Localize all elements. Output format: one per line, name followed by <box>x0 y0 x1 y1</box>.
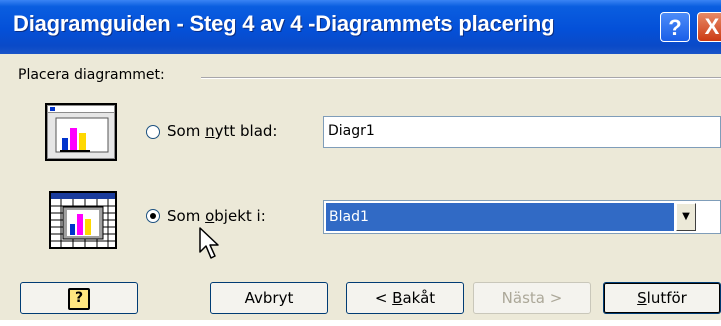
radio-as-object[interactable] <box>146 209 160 223</box>
mouse-pointer-icon <box>199 227 219 259</box>
label-suffix: ytt blad: <box>214 122 278 140</box>
next-button[interactable]: Nästa > <box>473 282 591 314</box>
help-button[interactable]: ? <box>20 282 138 314</box>
back-suffix: akåt <box>402 289 436 307</box>
new-sheet-name-input[interactable]: Diagr1 <box>323 116 721 148</box>
group-divider <box>201 77 721 79</box>
selected-sheet-value: Blad1 <box>326 203 674 231</box>
placement-group-label: Placera diagrammet: <box>18 67 165 83</box>
radio-new-sheet[interactable] <box>146 125 160 139</box>
dropdown-arrow-icon[interactable]: ▼ <box>676 203 696 231</box>
label-prefix: Som <box>167 122 206 140</box>
finish-button[interactable]: Slutför <box>603 282 721 314</box>
label-prefix: Som <box>167 207 206 225</box>
finish-suffix: lutför <box>646 289 687 307</box>
option-as-object-label[interactable]: Som objekt i: <box>167 207 266 225</box>
access-key: S <box>637 289 647 307</box>
access-key: o <box>205 207 215 225</box>
access-key: n <box>205 122 215 140</box>
help-icon[interactable]: ? <box>660 12 690 42</box>
help-icon: ? <box>68 287 90 310</box>
chart-wizard-dialog: Diagramguiden - Steg 4 av 4 -Diagrammets… <box>0 0 721 320</box>
window-title: Diagramguiden - Steg 4 av 4 -Diagrammets… <box>13 11 555 36</box>
title-bar[interactable]: Diagramguiden - Steg 4 av 4 -Diagrammets… <box>0 0 721 54</box>
access-key: B <box>392 289 403 307</box>
label-suffix: bjekt i: <box>214 207 266 225</box>
option-new-sheet-label[interactable]: Som nytt blad: <box>167 122 277 140</box>
object-sheet-select[interactable]: Blad1 ▼ <box>323 200 721 234</box>
back-button[interactable]: < Bakåt <box>346 282 464 314</box>
new-sheet-chart-icon <box>45 103 117 161</box>
cancel-button[interactable]: Avbryt <box>210 282 328 314</box>
close-icon[interactable]: X <box>697 12 721 42</box>
back-prefix: < <box>374 289 393 307</box>
embedded-object-chart-icon <box>49 191 117 249</box>
